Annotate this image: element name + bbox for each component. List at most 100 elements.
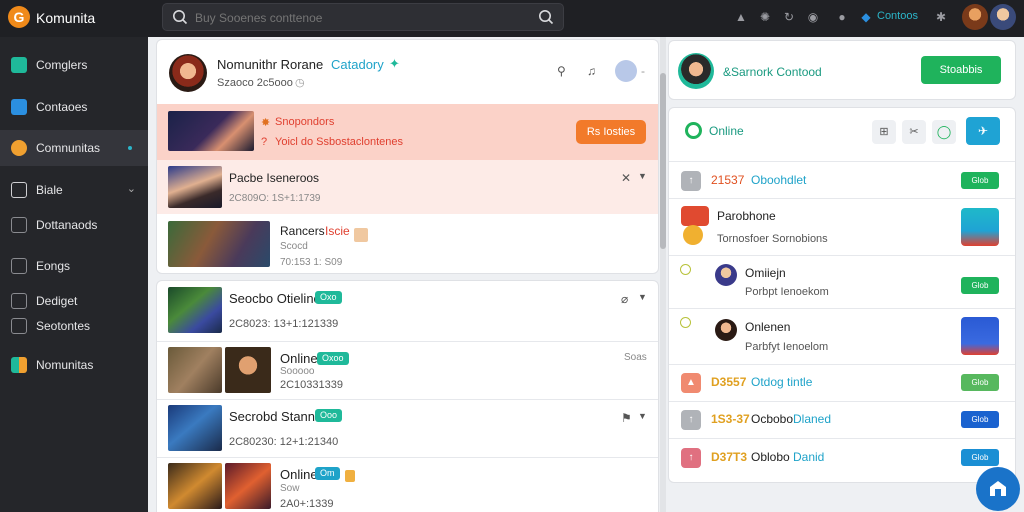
online-row[interactable]: Parobhone Tornosfoer Sornobions [669,199,1015,256]
activity-thumbnail[interactable] [168,347,222,393]
activity-thumbnail[interactable] [168,287,222,333]
online-row[interactable]: ▲ D3557 Otdog tintle Glob [669,365,1015,402]
promo-button[interactable]: Rs Iosties [576,120,646,144]
community-avatar[interactable] [169,54,207,92]
link-icon[interactable]: ↻ [781,9,797,25]
promo-banner: ✸ Snopondors ? Yoicl do Ssbostaclontenes… [157,104,658,160]
activity-thumbnail[interactable] [225,347,271,393]
row-number: D3557 [711,375,747,389]
online-row[interactable]: ↑ D37T3 Oblobo Danid Glob [669,439,1015,477]
member-avatar[interactable] [615,60,637,82]
activity-thumbnail[interactable] [225,463,271,509]
sidebar-item-label: Contaoes [36,100,88,114]
share-icon[interactable]: ⌀ [621,292,628,306]
online-row[interactable]: Onlenen Parbfyt Ienoelom [669,309,1015,365]
profile-button[interactable]: Stoabbis [921,56,1001,84]
row-title: Parobhone [717,209,776,223]
sidebar-item-contaoes[interactable]: Contaoes [0,89,148,125]
sidebar-item-seotontes[interactable]: Seotontes [0,308,148,344]
activity-row[interactable]: Secrobd Stanne Ooo 2C80230: 12+1:21340 ⚑… [157,400,658,457]
row-name: Oblobo [751,450,790,464]
user-avatar[interactable] [715,264,737,286]
search-bar[interactable] [162,3,564,31]
row-number: 21537 [711,173,745,187]
sidebar-item-label: Seotontes [36,319,91,333]
sidebar-item-comnunitas[interactable]: Comnunitas [0,130,148,166]
clock-icon: ◷ [295,77,305,89]
sidebar-item-eongs[interactable]: Eongs [0,248,148,284]
app-thumbnail[interactable] [961,317,999,355]
post-row[interactable]: Rancers Iscie Scocd 70:153 1: S09 [157,214,658,273]
active-dot-icon [128,146,132,150]
post-thumbnail[interactable] [168,221,270,267]
square-icon [11,99,27,115]
feed-scrollbar[interactable] [660,37,666,512]
category-tag[interactable]: Catadory [331,57,384,72]
post-row[interactable]: Pacbe Iseneroos 2C809O: 1S+1:1739 ✕ ▼ [157,160,658,214]
plus-icon[interactable]: ✦ [389,56,400,72]
online-row[interactable]: ↑ 21537 Oboohdlet Glob [669,161,1015,199]
settings-icon[interactable]: ✺ [757,9,773,25]
chevron-down-icon[interactable]: ▼ [638,292,647,302]
row-badge[interactable]: Glob [961,172,999,189]
tools-icon[interactable]: ✂ [902,120,926,144]
pin-icon[interactable]: ⚑ [621,411,632,425]
home-icon [11,182,27,198]
gear-icon[interactable]: ✱ [933,9,949,25]
row-subtitle: Parbfyt Ienoelom [745,341,829,353]
activity-time: 2A0+:1339 [280,498,334,510]
online-row[interactable]: ↑ 1S3-37 Ocbobo Dlaned Glob [669,402,1015,439]
activity-row[interactable]: Online Om Sow 2A0+:1339 [157,458,658,512]
promo-thumbnail[interactable] [168,111,254,151]
activity-thumbnail[interactable] [168,463,222,509]
info-icon[interactable]: ◉ [805,9,821,25]
post-hot-label: Iscie [325,224,350,238]
row-number: D37T3 [711,450,748,464]
bell-icon[interactable]: ♫ [587,64,596,78]
chevron-down-icon[interactable]: ▼ [638,171,647,181]
sidebar-item-comglers[interactable]: Comglers [0,47,148,83]
book-icon [11,293,27,309]
chat-fab-button[interactable] [976,467,1020,511]
status-icon[interactable]: ● [834,9,850,25]
sidebar-item-dottanaods[interactable]: Dottanaods [0,207,148,243]
activity-row[interactable]: Online Oxoo Sooooo 2C10331339 Soas [157,342,658,399]
user-avatar[interactable] [715,319,737,341]
shield-icon[interactable]: ◆ [858,9,874,25]
profile-card: &Sarnork Contood Stoabbis [668,40,1016,100]
row-title: Onlenen [745,320,791,334]
share-icon[interactable]: ✈ [966,117,1000,145]
row-badge[interactable]: Glob [961,449,999,466]
online-row[interactable]: Omiiejn Porbpt Ienoekom Glob [669,256,1015,309]
row-badge[interactable]: Glob [961,277,999,294]
user-icon[interactable]: ⚲ [557,64,566,78]
lock-icon [345,470,355,482]
close-icon[interactable]: ✕ [621,171,631,185]
activity-title: Online [280,467,318,482]
notification-icon[interactable]: ▲ [733,9,749,25]
row-badge[interactable]: Glob [961,374,999,391]
scrollbar-thumb[interactable] [660,73,666,249]
search-submit-icon[interactable] [537,8,555,26]
sidebar-item-biale[interactable]: Biale ⌄ [0,172,148,208]
sidebar-item-nomunitas[interactable]: Nomunitas [0,347,148,383]
avatar-icon[interactable] [962,4,988,30]
chevron-down-icon[interactable]: ⌄ [127,182,136,195]
grid-icon[interactable]: ⊞ [872,120,896,144]
online-panel: Online ⊞ ✂ ◯ ✈ ↑ 21537 Oboohdlet Glob Pa… [668,107,1016,483]
topbar-label[interactable]: Contoos [877,10,918,22]
dash-icon[interactable]: - [641,64,645,78]
search-input[interactable] [195,9,525,27]
post-thumbnail[interactable] [168,166,222,208]
user-avatar[interactable] [990,4,1016,30]
row-badge[interactable]: Glob [961,411,999,428]
activity-row[interactable]: Seocbo Otieline Oxo 2C8023: 13+1:121339 … [157,281,658,341]
profile-avatar[interactable] [678,53,714,89]
row-name: Otdog tintle [751,375,813,389]
app-thumbnail[interactable] [961,208,999,246]
chevron-down-icon[interactable]: ▼ [638,411,647,421]
chat-icon[interactable]: ◯ [932,120,956,144]
app-logo[interactable]: G [8,6,30,28]
activity-thumbnail[interactable] [168,405,222,451]
row-name: Ocbobo [751,412,794,426]
